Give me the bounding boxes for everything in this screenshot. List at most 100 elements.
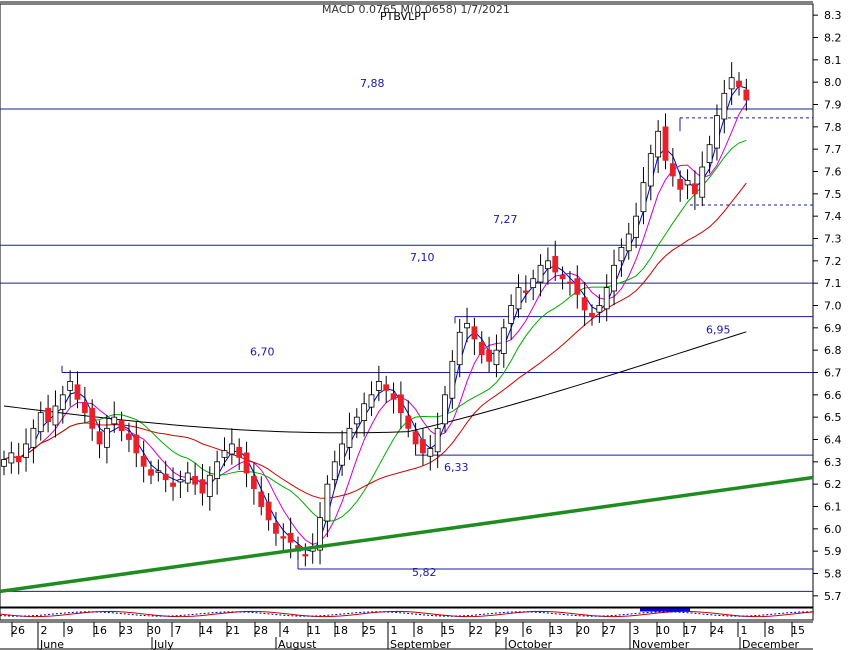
candle-body [442,394,448,425]
y-tick-label: 7.7 [824,143,842,156]
level-label: 5,82 [412,566,437,579]
candle-body [339,443,346,466]
candle-body [148,469,154,476]
candle-body [52,405,59,426]
candle-body [23,443,29,458]
candle-body [456,331,463,366]
candle-body [508,305,515,324]
candle-body [162,473,169,481]
y-tick-label: 6.6 [824,389,842,402]
y-tick-label: 7.9 [824,99,842,112]
candle-body [287,532,294,543]
candle-body [250,475,257,490]
candle-body [589,312,595,318]
candle-body [611,264,617,292]
x-tick-label: 6 [526,624,533,637]
candle-body [721,92,728,120]
y-tick-label: 8.1 [824,54,842,67]
x-tick-label: 15 [791,624,805,637]
y-tick-label: 6.0 [824,523,842,536]
candle-body [331,461,338,481]
candle-body [684,180,691,186]
y-tick-label: 8.3 [824,9,842,22]
y-tick-label: 7.3 [824,233,842,246]
candle-body [37,412,44,433]
candle-body [625,233,632,252]
level-label: 7,27 [493,213,518,226]
x-tick-label: 27 [602,624,616,637]
candle-body [515,287,522,310]
candle-body [449,360,456,399]
candle-body [486,349,493,362]
candle-body [74,384,81,400]
x-tick-label: 4 [283,624,290,637]
candle-body [214,461,221,479]
candle-body [199,479,206,494]
x-tick-label: 21 [226,624,240,637]
candle-body [434,427,441,453]
candle-body [361,403,368,421]
candle-body [743,89,750,101]
macd-panel [0,607,815,621]
candle-body [280,536,287,539]
candle-body [89,407,96,429]
candle-body [478,341,485,356]
candle-body [574,278,581,295]
candle-body [15,455,22,463]
x-tick-label: 18 [334,624,348,637]
candle-body [1,459,7,467]
candle-body [662,126,669,161]
candle-body [699,166,706,198]
y-tick-label: 6.7 [824,367,842,380]
x-tick-label: 28 [254,624,268,637]
candle-body [118,420,125,431]
y-tick-label: 7.8 [824,121,842,134]
y-tick-label: 5.9 [824,545,842,558]
x-tick-label: 1 [741,624,748,637]
chart-overlay-text: MACD 0.0765 M(0.0658) 1/7/2021 [322,3,510,16]
x-tick-label: 11 [307,624,321,637]
month-label: September [390,638,451,650]
candle-body [177,479,184,483]
level-label: 7,10 [410,251,435,264]
y-tick-label: 6.4 [824,434,842,447]
candle-body [111,416,118,425]
candle-body [96,431,103,445]
x-tick-label: 20 [576,624,590,637]
candle-body [8,452,15,464]
month-label: December [742,638,800,650]
x-tick-label: 9 [67,624,74,637]
candle-body [243,452,250,474]
candle-body [427,448,434,457]
candle-body [714,115,720,149]
x-tick-label: 14 [199,624,213,637]
y-tick-label: 7.4 [824,210,842,223]
y-tick-label: 7.1 [824,277,842,290]
candle-body [537,264,544,283]
candle-body [405,415,412,429]
candle-body [493,349,500,366]
candle-body [647,153,654,187]
candle-body [618,247,625,262]
candle-body [126,433,132,440]
candle-body [383,384,390,391]
candle-body [596,305,603,313]
candle-body [192,475,199,485]
candle-body [346,427,353,448]
candle-body [302,554,309,557]
candle-body [221,450,228,458]
candle-body [552,255,559,273]
x-tick-label: 30 [147,624,161,637]
candle-body [324,483,331,522]
candle-body [420,439,426,454]
x-tick-label: 10 [656,624,670,637]
x-tick-label: 23 [119,624,133,637]
month-label: August [278,638,317,650]
x-tick-label: 25 [362,624,376,637]
month-label: June [39,638,64,650]
y-tick-label: 7.5 [824,188,842,201]
y-tick-label: 6.8 [824,344,842,357]
x-tick-label: 1 [391,624,398,637]
y-tick-label: 7.0 [824,300,842,313]
stock-chart: 7,88 7,27 7,10 6,95 6,70 6,33 5,82 5.7 5.8 5.9 6.… [0,0,864,650]
